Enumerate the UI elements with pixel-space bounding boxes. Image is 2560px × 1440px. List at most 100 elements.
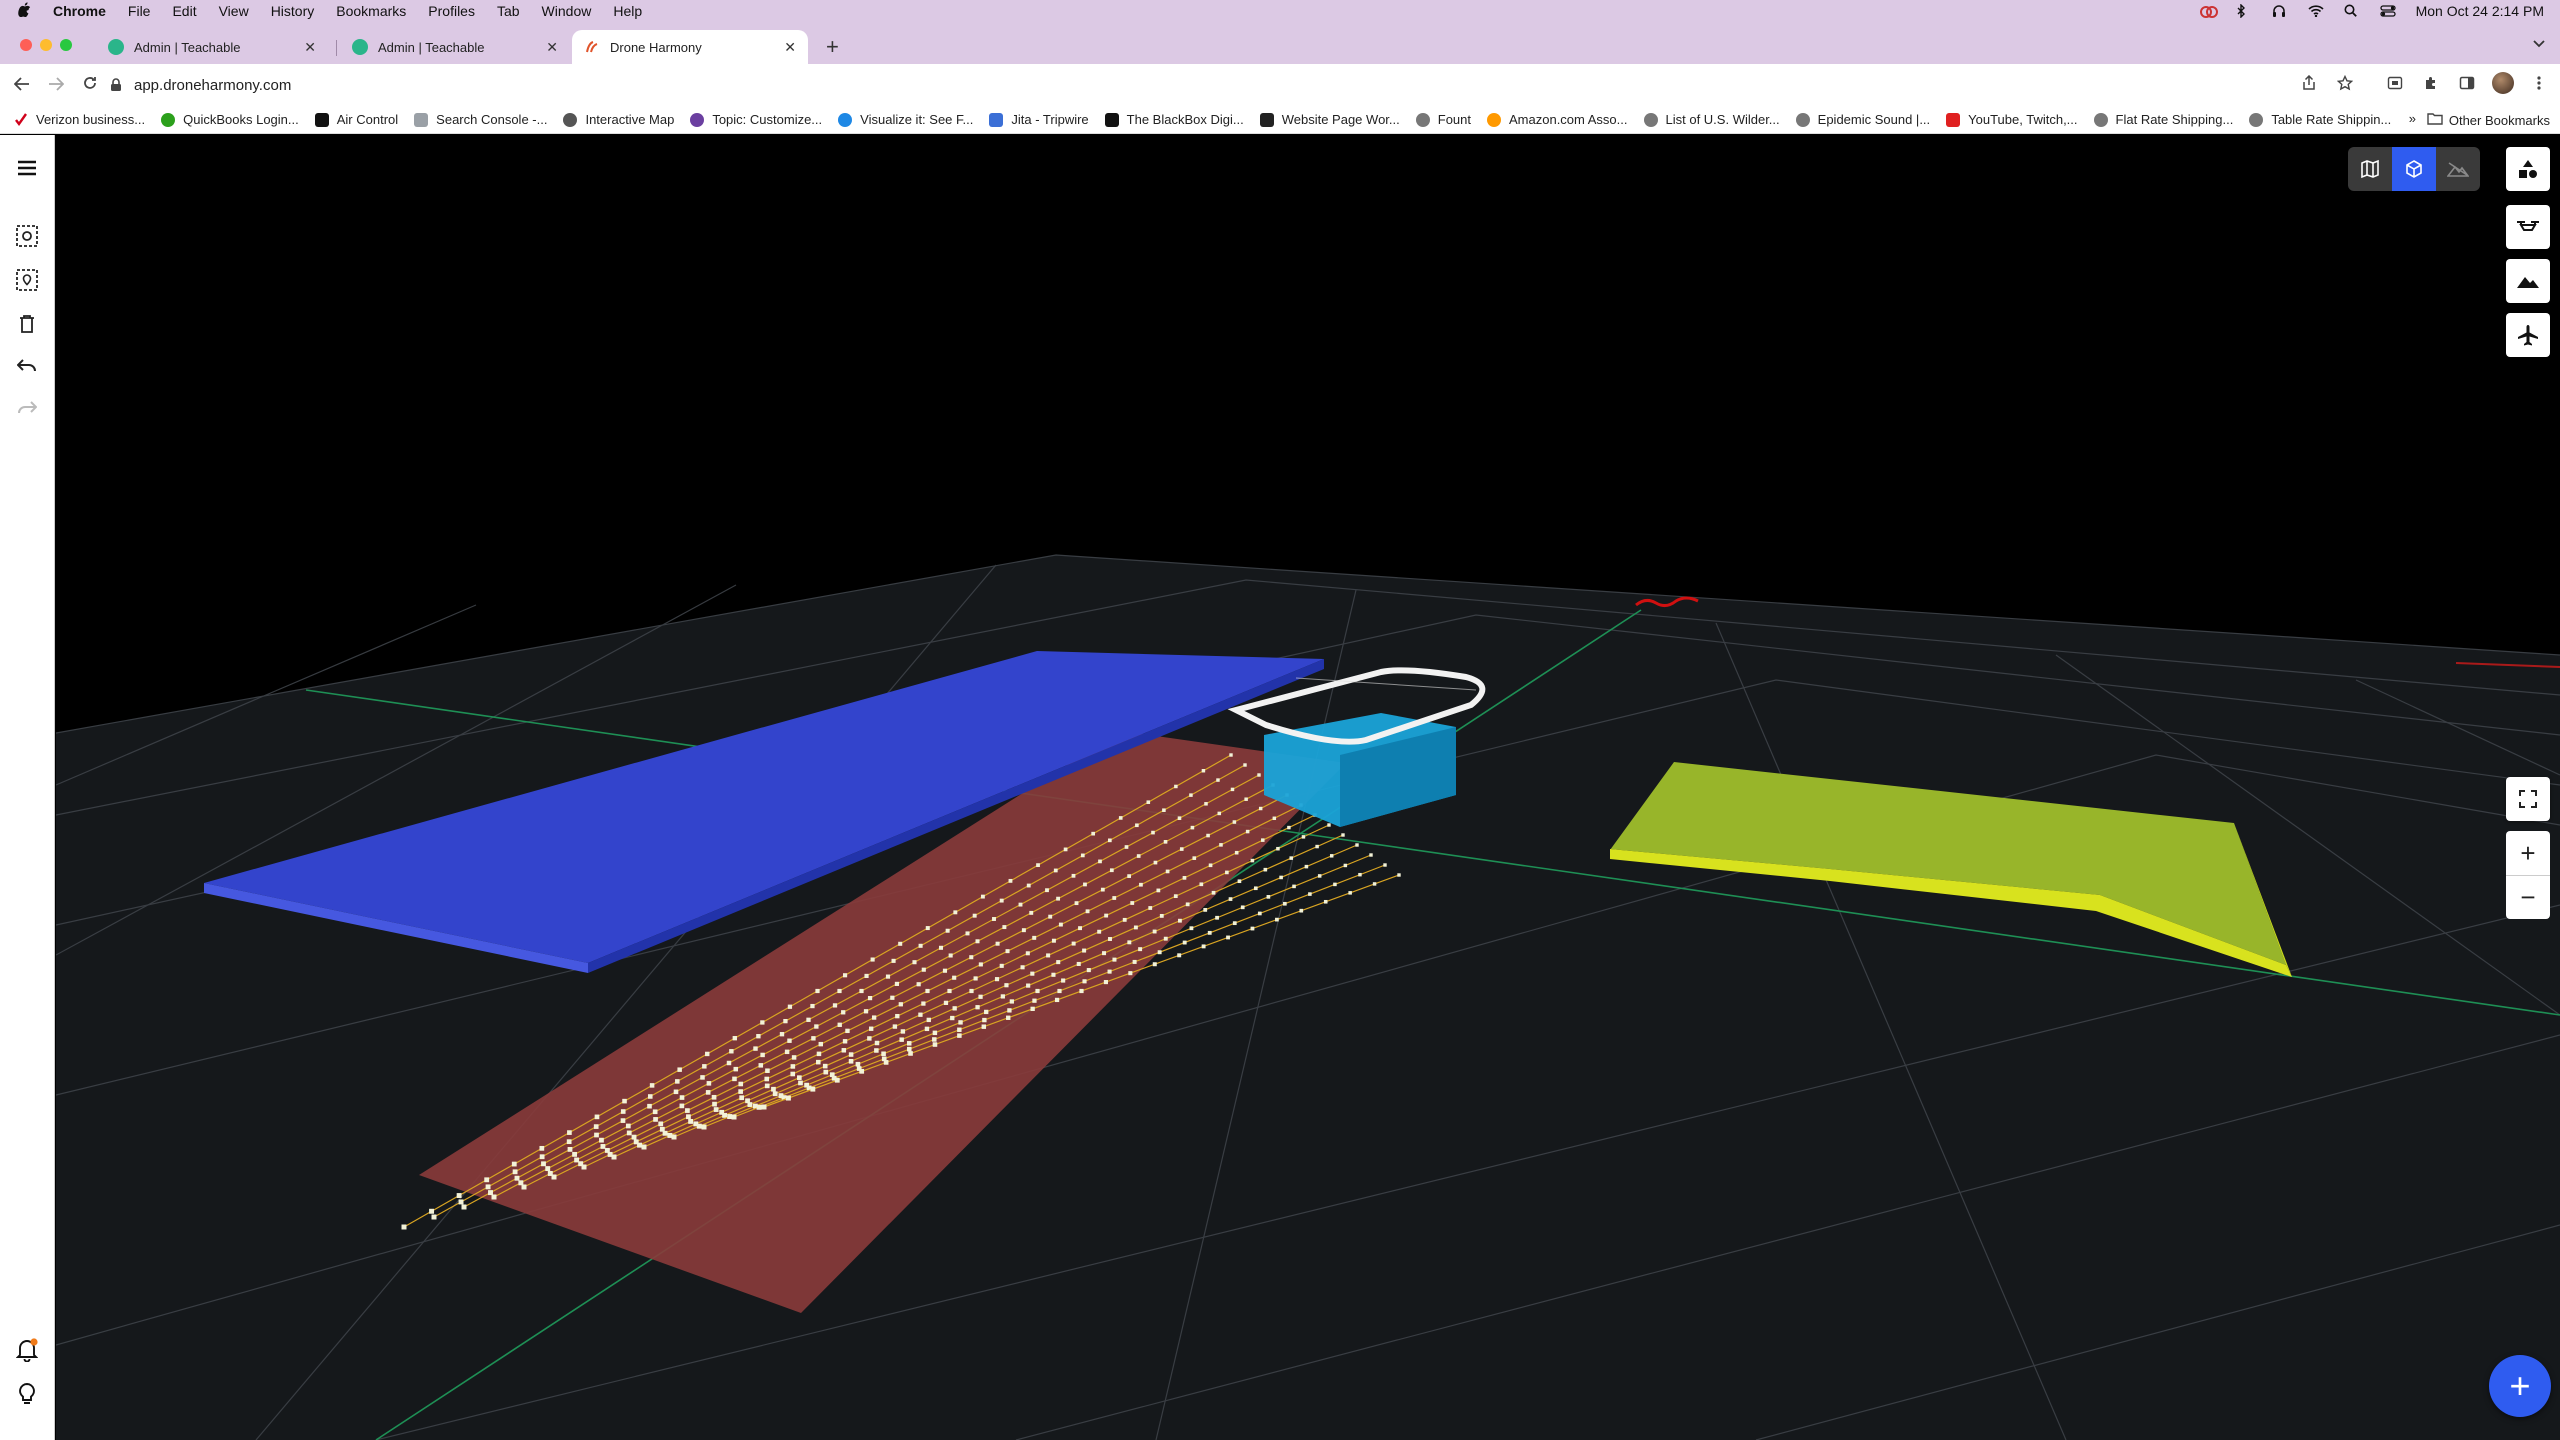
waypoint-marker[interactable]	[702, 1064, 707, 1069]
waypoint-marker[interactable]	[1054, 997, 1060, 1003]
waypoint-marker[interactable]	[1048, 914, 1053, 919]
waypoint-marker[interactable]	[1051, 938, 1056, 943]
waypoint-marker[interactable]	[841, 1048, 847, 1053]
waypoint-marker[interactable]	[1289, 856, 1293, 860]
waypoint-marker[interactable]	[1192, 856, 1197, 860]
waypoint-marker[interactable]	[842, 973, 848, 978]
waypoint-marker[interactable]	[1108, 838, 1112, 843]
wifi-icon[interactable]	[2308, 4, 2324, 18]
waypoint-marker[interactable]	[952, 1006, 957, 1011]
waypoint-marker[interactable]	[785, 1095, 791, 1101]
waypoint-marker[interactable]	[1135, 823, 1139, 828]
bookmark-item[interactable]: YouTube, Twitch,...	[1946, 112, 2078, 127]
bookmark-item[interactable]: Interactive Map	[563, 112, 674, 127]
waypoint-marker[interactable]	[926, 1017, 931, 1023]
tab-admin-teachable-2[interactable]: Admin | Teachable ✕	[340, 30, 570, 64]
waypoint-marker[interactable]	[1000, 994, 1005, 999]
waypoint-marker[interactable]	[921, 1001, 926, 1006]
waypoint-marker[interactable]	[932, 1030, 938, 1036]
3d-view-icon[interactable]	[2392, 147, 2436, 191]
profile-avatar[interactable]	[2492, 72, 2514, 94]
waypoint-marker[interactable]	[1234, 850, 1239, 855]
waypoint-marker[interactable]	[461, 1204, 467, 1210]
waypoint-marker[interactable]	[874, 1048, 879, 1053]
other-bookmarks-folder[interactable]: Other Bookmarks	[2427, 112, 2550, 128]
waypoint-marker[interactable]	[652, 1109, 658, 1115]
waypoint-marker[interactable]	[1112, 896, 1117, 900]
waypoint-marker[interactable]	[1185, 902, 1190, 907]
tab-admin-teachable-1[interactable]: Admin | Teachable ✕	[96, 30, 328, 64]
waypoint-marker[interactable]	[1152, 962, 1157, 967]
waypoint-marker[interactable]	[1056, 896, 1061, 901]
waypoint-marker[interactable]	[1063, 847, 1068, 852]
waypoint-marker[interactable]	[950, 1015, 955, 1021]
terrain-icon[interactable]	[2506, 259, 2550, 303]
waypoint-marker[interactable]	[1179, 847, 1184, 851]
waypoint-marker[interactable]	[1215, 915, 1219, 920]
waypoint-marker[interactable]	[1139, 882, 1143, 887]
waypoint-marker[interactable]	[1258, 806, 1263, 811]
waypoint-marker[interactable]	[700, 1075, 705, 1080]
waypoint-marker[interactable]	[733, 1066, 739, 1072]
waypoint-marker[interactable]	[1061, 978, 1066, 983]
cast-icon[interactable]	[2384, 72, 2406, 94]
map-view-icon[interactable]	[2348, 147, 2392, 191]
waypoint-marker[interactable]	[620, 1109, 626, 1114]
terrain-view-icon[interactable]	[2436, 147, 2480, 191]
close-window-button[interactable]	[20, 39, 32, 51]
waypoint-marker[interactable]	[599, 1137, 604, 1143]
waypoint-marker[interactable]	[994, 977, 1000, 982]
waypoint-marker[interactable]	[1036, 863, 1040, 868]
waypoint-marker[interactable]	[1030, 971, 1035, 976]
waypoint-marker[interactable]	[594, 1132, 599, 1138]
waypoint-marker[interactable]	[1006, 1015, 1011, 1020]
waypoint-marker[interactable]	[810, 1003, 815, 1009]
waypoint-marker[interactable]	[491, 1194, 497, 1200]
waypoint-marker[interactable]	[864, 973, 869, 979]
waypoint-marker[interactable]	[1009, 999, 1014, 1004]
waypoint-marker[interactable]	[859, 988, 864, 994]
waypoint-marker[interactable]	[732, 1076, 737, 1082]
zoom-in-button[interactable]: +	[2506, 831, 2550, 875]
waypoint-marker[interactable]	[925, 988, 930, 994]
waypoint-marker[interactable]	[1272, 816, 1277, 821]
waypoint-marker[interactable]	[626, 1130, 632, 1136]
waypoint-marker[interactable]	[1243, 763, 1247, 767]
waypoint-marker[interactable]	[1082, 948, 1087, 953]
waypoint-marker[interactable]	[890, 995, 895, 1000]
waypoint-marker[interactable]	[1301, 835, 1306, 839]
waypoint-marker[interactable]	[957, 1027, 962, 1032]
waypoint-marker[interactable]	[1021, 928, 1026, 933]
share-icon[interactable]	[2298, 72, 2320, 94]
control-center-icon[interactable]	[2379, 4, 2396, 18]
waypoint-marker[interactable]	[787, 1004, 793, 1009]
waypoint-marker[interactable]	[832, 1003, 838, 1008]
waypoint-marker[interactable]	[1232, 921, 1237, 926]
waypoint-marker[interactable]	[1178, 918, 1182, 923]
waypoint-marker[interactable]	[1085, 909, 1090, 914]
bookmark-item[interactable]: The BlackBox Digi...	[1104, 112, 1244, 127]
waypoint-marker[interactable]	[842, 1039, 848, 1044]
waypoint-marker[interactable]	[885, 974, 891, 979]
waypoint-marker[interactable]	[1329, 854, 1334, 858]
waypoint-marker[interactable]	[868, 1026, 874, 1031]
chrome-menu-icon[interactable]	[2528, 72, 2550, 94]
new-tab-button[interactable]: +	[826, 34, 839, 60]
waypoint-marker[interactable]	[1074, 901, 1079, 906]
waypoint-marker[interactable]	[631, 1134, 637, 1140]
waypoint-marker[interactable]	[747, 1102, 753, 1107]
waypoint-marker[interactable]	[1276, 846, 1280, 851]
waypoint-marker[interactable]	[1025, 951, 1030, 956]
waypoint-marker[interactable]	[1032, 998, 1037, 1003]
waypoint-marker[interactable]	[1275, 917, 1279, 922]
waypoint-marker[interactable]	[521, 1184, 527, 1190]
waypoint-marker[interactable]	[1157, 950, 1162, 955]
waypoint-marker[interactable]	[1146, 800, 1151, 804]
menu-app-name[interactable]: Chrome	[53, 3, 106, 19]
waypoint-marker[interactable]	[894, 981, 900, 986]
waypoint-marker[interactable]	[1208, 863, 1213, 868]
bookmark-item[interactable]: Amazon.com Asso...	[1487, 112, 1628, 127]
forward-button[interactable]	[42, 75, 70, 96]
waypoint-marker[interactable]	[620, 1118, 626, 1123]
menu-view[interactable]: View	[219, 3, 249, 19]
